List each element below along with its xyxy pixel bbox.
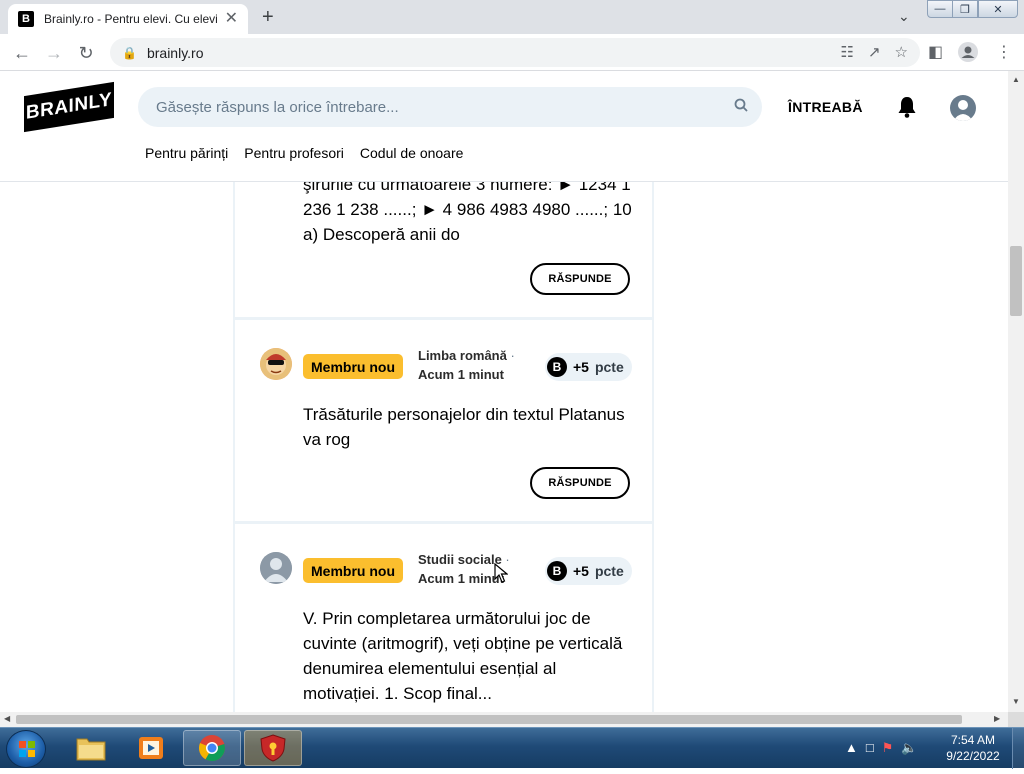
points-pill: B +5 pcte [545,557,632,585]
profile-icon[interactable] [958,42,978,67]
clock-date: 9/22/2022 [946,749,1000,763]
question-card[interactable]: Membru nou Limba română · Acum 1 minut B… [235,320,652,521]
scroll-right-arrow-icon[interactable]: ▶ [994,714,1000,723]
ask-question-button[interactable]: ÎNTREABĂ [788,99,863,115]
mouse-cursor-icon [494,563,508,583]
site-header: BRAINLY Găsește răspuns la orice întreba… [0,71,1008,182]
search-input[interactable]: Găsește răspuns la orice întrebare... [138,87,762,127]
share-icon[interactable]: ↗ [868,43,881,61]
subject-link[interactable]: Studii sociale [418,552,502,567]
media-player-icon [139,737,163,759]
side-panel-icon[interactable]: ◧ [928,42,943,62]
new-member-badge: Membru nou [303,354,403,379]
clock-time: 7:54 AM [950,733,996,747]
translate-icon[interactable]: ☷ [841,43,854,61]
reload-icon[interactable]: ↻ [74,41,98,65]
question-text[interactable]: şirurile cu următoarele 3 numere: ► 1234… [303,172,633,247]
show-desktop-button[interactable] [1012,728,1024,769]
address-bar[interactable]: 🔒 brainly.ro ☷ ↗ ☆ [110,38,920,67]
scroll-left-arrow-icon[interactable]: ◀ [4,714,10,723]
folder-icon [76,738,106,761]
user-avatar[interactable] [950,95,976,121]
search-icon[interactable] [734,98,748,112]
question-text[interactable]: V. Prin completarea următorului joc de c… [303,606,633,706]
question-author-avatar[interactable] [260,552,292,584]
taskbar-clock[interactable]: 7:54 AM 9/22/2022 [940,732,1006,764]
question-card[interactable]: şirurile cu următoarele 3 numere: ► 1234… [235,175,652,317]
window-minimize-button[interactable]: — [927,0,953,18]
question-feed: şirurile cu următoarele 3 numere: ► 1234… [233,175,654,712]
question-text[interactable]: Trăsăturile personajelor din textul Plat… [303,402,633,452]
browser-tabstrip: B Brainly.ro - Pentru elevi. Cu elevi. ✕… [0,0,1024,34]
brainly-points-coin-icon: B [547,357,567,377]
security-app-taskbar-button[interactable] [244,730,302,766]
site-nav: Pentru părinți Pentru profesori Codul de… [145,145,463,161]
web-page: BRAINLY Găsește răspuns la orice întreba… [0,71,1008,712]
nav-link-parents[interactable]: Pentru părinți [145,145,228,161]
file-explorer-taskbar-button[interactable] [62,730,120,766]
nav-link-teachers[interactable]: Pentru profesori [244,145,344,161]
tray-expand-icon[interactable]: ▲ [845,740,858,756]
question-time: Acum 1 minut [418,367,504,382]
points-value: +5 [573,563,589,579]
notifications-bell-icon[interactable] [897,96,917,118]
scrollbar-corner [1008,712,1024,727]
horizontal-scroll-thumb[interactable] [16,715,962,724]
points-value: +5 [573,359,589,375]
points-unit: pcte [594,359,624,375]
brainly-favicon-icon: B [18,11,34,27]
shield-icon [260,734,286,762]
chrome-taskbar-button[interactable] [183,730,241,766]
brainly-points-coin-icon: B [547,561,567,581]
vertical-scrollbar[interactable]: ▲ ▼ [1008,71,1024,712]
points-unit: pcte [594,563,624,579]
media-player-taskbar-button[interactable] [122,730,180,766]
tab-close-icon[interactable]: ✕ [225,11,238,27]
browser-menu-icon[interactable]: ⋮ [996,42,1012,62]
url-text: brainly.ro [146,44,204,61]
subject-link[interactable]: Limba română [418,348,507,363]
lock-icon[interactable]: 🔒 [122,46,137,60]
tab-search-chevron-icon[interactable]: ⌄ [898,8,910,25]
new-tab-button[interactable]: + [262,6,274,29]
search-placeholder: Găsește răspuns la orice întrebare... [156,98,399,116]
window-maximize-button[interactable]: ❐ [952,0,978,18]
browser-tab[interactable]: B Brainly.ro - Pentru elevi. Cu elevi. ✕ [8,4,248,34]
question-author-avatar[interactable] [260,348,292,380]
tab-title: Brainly.ro - Pentru elevi. Cu elevi. [44,12,217,26]
windows-start-button[interactable] [6,730,46,768]
new-member-badge: Membru nou [303,558,403,583]
scroll-down-arrow-icon[interactable]: ▼ [1012,697,1020,706]
back-arrow-icon[interactable]: ← [10,41,34,65]
nav-link-honor-code[interactable]: Codul de onoare [360,145,464,161]
network-icon[interactable]: □ [866,740,874,756]
bookmark-star-icon[interactable]: ☆ [895,43,908,61]
forward-arrow-icon[interactable]: → [42,41,66,65]
volume-icon[interactable]: 🔈 [901,740,917,756]
window-close-button[interactable]: ✕ [978,0,1018,18]
windows-taskbar: ▲ □ ⚑ 🔈 7:54 AM 9/22/2022 [0,727,1024,769]
system-tray: ▲ □ ⚑ 🔈 [845,740,918,756]
question-card[interactable]: Membru nou Studii sociale · Acum 1 minut… [235,524,652,712]
action-center-flag-icon[interactable]: ⚑ [882,740,894,756]
chrome-icon [198,735,225,762]
browser-toolbar: ← → ↻ 🔒 brainly.ro ☷ ↗ ☆ ◧ ⋮ [0,34,1024,71]
vertical-scroll-thumb[interactable] [1010,246,1022,316]
reply-button[interactable]: RĂSPUNDE [530,263,630,295]
reply-button[interactable]: RĂSPUNDE [530,467,630,499]
brainly-logo[interactable]: BRAINLY [24,81,114,133]
horizontal-scrollbar[interactable]: ◀ ▶ [0,712,1008,727]
scroll-up-arrow-icon[interactable]: ▲ [1012,75,1020,84]
question-meta: Limba română · Acum 1 minut [418,348,515,382]
points-pill: B +5 pcte [545,353,632,381]
question-time: Acum 1 minut [418,571,504,586]
